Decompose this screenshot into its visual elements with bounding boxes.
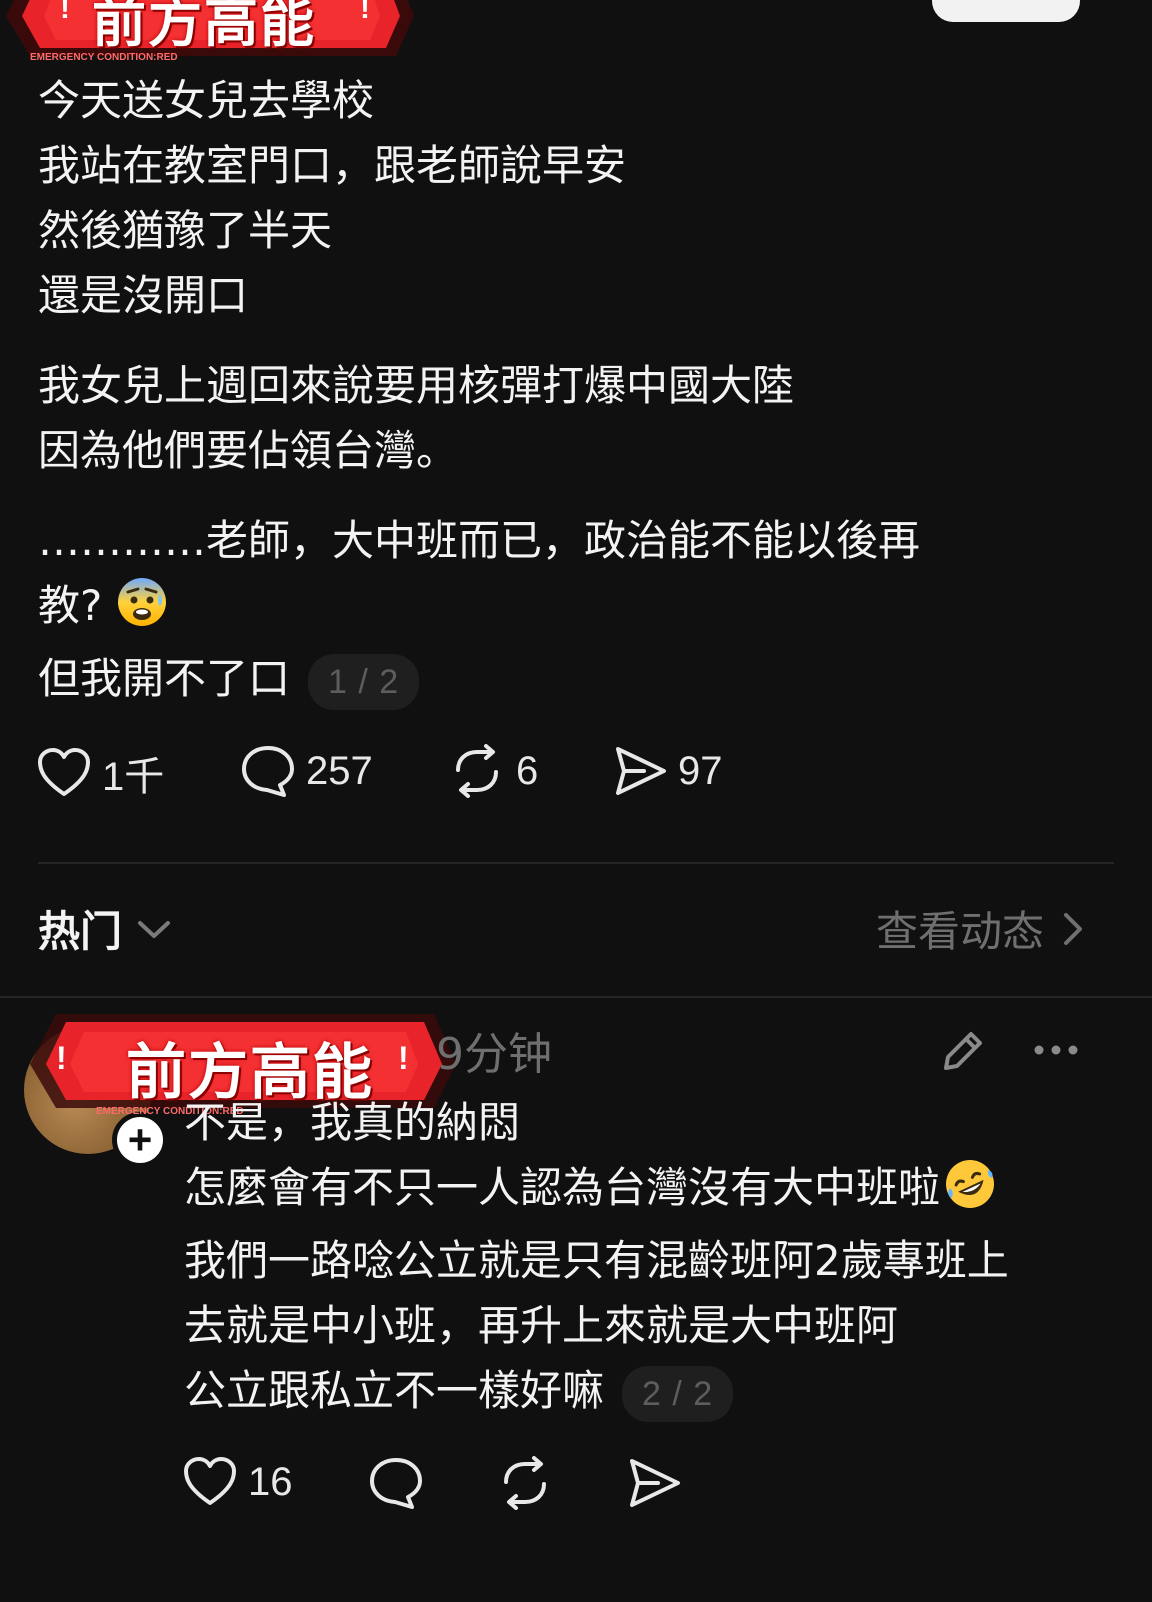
share-send-icon (616, 747, 666, 795)
comment-bubble-icon (242, 746, 294, 797)
repost-count: 6 (516, 748, 539, 793)
comment-line-text: 怎麼會有不只一人認為台灣沒有大中班啦 (184, 1163, 941, 1212)
comment-like-button[interactable]: 16 (182, 1456, 293, 1508)
energy-warning-sticker-top: ! 前方高能 ! EMERGENCY CONDITION:RED (0, 0, 420, 68)
edit-pencil-icon[interactable] (938, 1026, 988, 1076)
page-indicator-badge: 1 / 2 (308, 653, 420, 710)
post-line: 我女兒上週回來說要用核彈打爆中國大陸 (38, 361, 795, 410)
like-button[interactable]: 1千 (36, 744, 164, 802)
view-activity-label: 查看动态 (876, 907, 1045, 956)
comment-bubble-icon (370, 1458, 422, 1509)
comment-repost-button[interactable] (496, 1456, 554, 1510)
page-indicator-badge: 2 / 2 (622, 1365, 734, 1422)
comment-like-count: 16 (248, 1459, 293, 1504)
share-count: 97 (678, 748, 723, 793)
sort-dropdown[interactable]: 热门 (38, 898, 174, 959)
rolling-laughing-emoji (944, 1158, 996, 1228)
post-line: 今天送女兒去學校 (38, 76, 375, 125)
post-line: …………老師，大中班而已，政治能不能以後再 (38, 516, 921, 565)
section-divider (0, 996, 1152, 998)
comment-line-with-badge: 公立跟私立不一樣好嘛 2 / 2 (184, 1358, 1124, 1423)
sticker-title: 前方高能 (92, 0, 316, 54)
comment-reply-button[interactable] (368, 1456, 424, 1510)
divider (38, 862, 1114, 864)
comment-share-button[interactable] (626, 1456, 682, 1510)
top-action-pill[interactable] (932, 0, 1080, 22)
sticker-bang-right: ! (398, 1040, 409, 1076)
post-body: 今天送女兒去學校 我站在教室門口，跟老師說早安 然後猶豫了半天 還是沒開口 我女… (38, 68, 1098, 711)
repost-icon (456, 744, 498, 798)
comment-line-with-emoji: 怎麼會有不只一人認為台灣沒有大中班啦 (184, 1155, 1124, 1228)
follow-button[interactable]: + (112, 1112, 168, 1168)
sticker-bang-left: ! (56, 1040, 67, 1076)
post-line-with-badge: 但我開不了口 1 / 2 (38, 646, 1098, 711)
more-dots-icon[interactable] (1032, 1043, 1080, 1057)
chevron-down-icon (138, 920, 171, 938)
sticker-bang-left: ! (60, 0, 70, 25)
comment-line: 不是，我真的納悶 (184, 1098, 521, 1147)
chevron-right-icon (1064, 912, 1083, 945)
like-count: 1千 (102, 755, 165, 799)
sticker-subtitle: EMERGENCY CONDITION:RED (30, 52, 178, 63)
repost-button[interactable]: 6 (448, 744, 538, 798)
comment-line-text: 公立跟私立不一樣好嘛 (184, 1366, 605, 1415)
heart-icon (184, 1457, 236, 1505)
comment-line: 我們一路唸公立就是只有混齡班阿2歲專班上 (184, 1236, 1009, 1285)
post-line-text: 但我開不了口 (38, 654, 291, 703)
post-line: 因為他們要佔領台灣。 (38, 426, 459, 475)
sticker-bang-right: ! (360, 0, 370, 25)
heart-icon (38, 748, 90, 796)
view-activity-link[interactable]: 查看动态 (876, 898, 1086, 959)
post-line: 還是沒開口 (38, 271, 249, 320)
comment-button[interactable]: 257 (240, 744, 373, 798)
comment-timestamp: 9分钟 (436, 1029, 552, 1080)
post-line-text: 教? (38, 581, 103, 630)
post-line-with-emoji: 教? (38, 573, 1098, 646)
sort-label: 热门 (38, 907, 123, 956)
comment-line: 去就是中小班，再升上來就是大中班阿 (184, 1301, 899, 1350)
repost-icon (504, 1456, 546, 1510)
share-button[interactable]: 97 (612, 744, 723, 798)
comment-count: 257 (306, 748, 373, 793)
comment-body: 不是，我真的納悶 怎麼會有不只一人認為台灣沒有大中班啦 我們一路唸公立就是只有混… (184, 1090, 1124, 1423)
anxious-face-emoji (116, 576, 168, 646)
post-line: 我站在教室門口，跟老師說早安 (38, 141, 627, 190)
share-send-icon (630, 1459, 680, 1507)
post-line: 然後猶豫了半天 (38, 206, 333, 255)
